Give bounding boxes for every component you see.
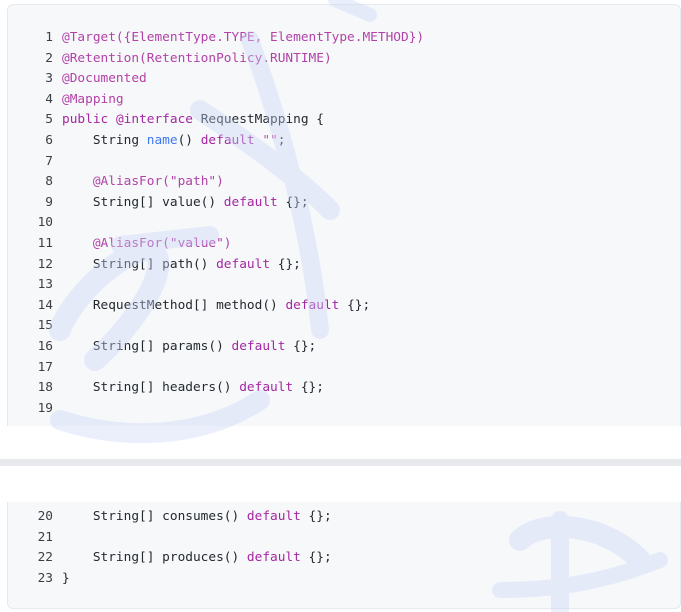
code-text: } [62,569,70,589]
line-number: 7 [45,153,53,169]
line-number: 16 [37,339,53,354]
line-number: 3 [45,71,53,87]
code-block-upper: 1 @Target({ElementType.TYPE, ElementType.… [7,4,681,426]
code-token: default [223,194,278,210]
code-text: String[] params() default {}; [62,337,316,357]
line-number: 22 [37,550,53,566]
code-token: {}; [285,339,317,354]
line-number: 4 [45,91,53,107]
code-text: @Documented [62,69,147,89]
code-token: RequestMapping { [193,112,324,128]
code-text: String name() default ""; [62,131,286,151]
code-token: @interface [115,112,193,128]
code-block-lower: 20 String[] consumes() default {}; 21 22 S… [7,502,681,609]
line-number: 21 [37,529,53,545]
line-number: 6 [45,133,53,148]
code-text: String[] consumes() default {}; [62,507,332,527]
line-number: 2 [45,50,53,66]
line-number: 1 [45,30,53,45]
code-token: @Mapping [62,91,124,107]
code-text: @Target({ElementType.TYPE, ElementType.M… [62,28,424,48]
code-token: default [246,550,301,566]
code-token: String[] headers() [62,380,240,396]
code-text: @AliasFor("path") [62,172,224,192]
code-token: @Target({ElementType.TYPE, ElementType.M… [62,30,425,45]
code-token: String[] value() [62,194,224,210]
code-text: @AliasFor("value") [62,234,232,254]
code-token: RequestMethod[] method() [62,297,286,313]
code-text: String[] headers() default {}; [62,378,324,398]
code-token: name [146,133,178,148]
code-token: ; [277,133,286,148]
line-number: 11 [37,236,53,251]
line-number: 8 [45,174,53,190]
code-token: String[] consumes() [62,509,247,524]
code-token: default [239,380,294,396]
code-token: default [216,256,271,272]
code-token: default [246,509,301,524]
code-token: default [200,133,255,148]
code-token: "" [262,133,278,148]
code-token: () [177,133,201,148]
code-text: @Mapping [62,90,124,110]
code-token: public [62,112,109,128]
line-number: 13 [37,277,53,293]
code-token: {}; [277,194,309,210]
code-token: @Retention(RetentionPolicy.RUNTIME) [62,50,332,66]
line-number: 23 [37,570,53,586]
code-token: {}; [300,509,332,524]
code-text: RequestMethod[] method() default {}; [62,296,370,316]
code-token: String[] params() [62,339,232,354]
line-number: 20 [37,509,53,524]
page-break-divider [0,459,681,466]
line-number: 9 [45,194,53,210]
code-token: {}; [300,550,332,566]
code-token: default [231,339,286,354]
code-text: String[] produces() default {}; [62,548,332,568]
code-token: {}; [293,380,324,396]
code-text: String[] value() default {}; [62,193,309,213]
line-number: 18 [37,380,53,396]
code-token: {}; [270,256,301,272]
code-token: @AliasFor("value") [92,236,232,251]
code-token: {}; [339,297,371,313]
line-number: 19 [37,400,53,416]
code-token: } [62,570,70,586]
code-token: default [285,297,340,313]
code-text: @Retention(RetentionPolicy.RUNTIME) [62,49,332,69]
code-token: String[] path() [62,256,217,272]
line-number: 17 [37,359,53,375]
line-number: 14 [37,297,53,313]
line-number: 12 [37,256,53,272]
line-number: 15 [37,318,53,334]
line-number: 10 [37,215,53,231]
code-token: String[] produces() [62,550,247,566]
line-number: 5 [45,112,53,128]
code-token: @AliasFor("path") [92,174,224,190]
code-text: String[] path() default {}; [62,255,301,275]
code-token: @Documented [62,71,147,87]
code-token: String [62,133,147,148]
code-text: public @interface RequestMapping { [62,110,324,130]
